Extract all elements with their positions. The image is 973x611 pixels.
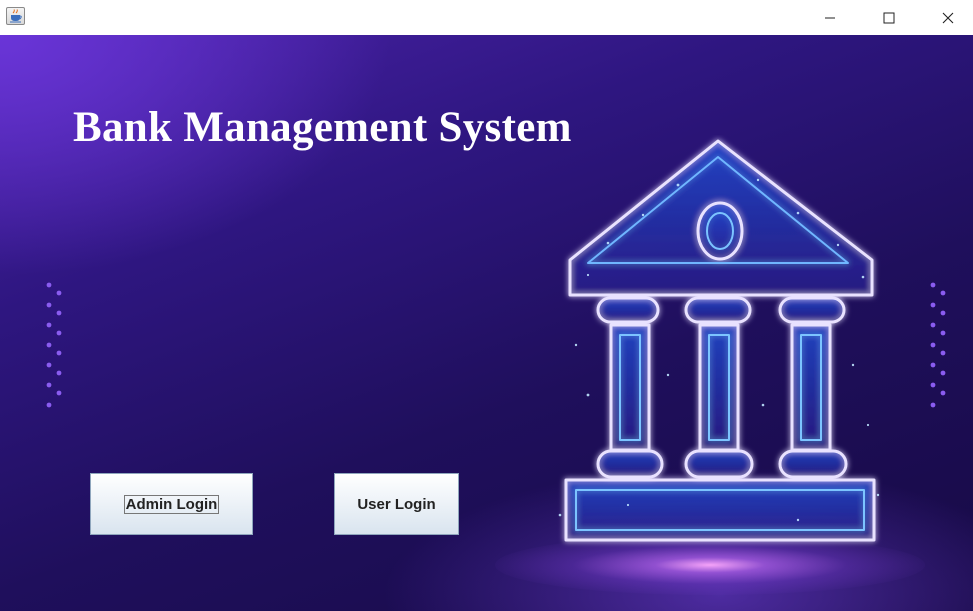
close-icon [942, 12, 954, 23]
minimize-button[interactable] [801, 0, 859, 35]
main-panel: Bank Management System Admin Login User … [0, 35, 973, 611]
decorative-dots-left [46, 282, 62, 408]
page-title: Bank Management System [73, 104, 572, 151]
decorative-dots-right [930, 282, 946, 408]
maximize-icon [883, 12, 895, 23]
admin-login-label: Admin Login [123, 494, 220, 514]
user-login-label: User Login [357, 495, 436, 513]
close-button[interactable] [919, 0, 973, 35]
java-app-icon[interactable] [6, 7, 25, 25]
maximize-button[interactable] [860, 0, 918, 35]
admin-login-button[interactable]: Admin Login [90, 473, 253, 535]
window-titlebar [0, 0, 973, 35]
minimize-icon [825, 17, 835, 18]
user-login-button[interactable]: User Login [334, 473, 459, 535]
bank-building-icon [558, 139, 880, 542]
